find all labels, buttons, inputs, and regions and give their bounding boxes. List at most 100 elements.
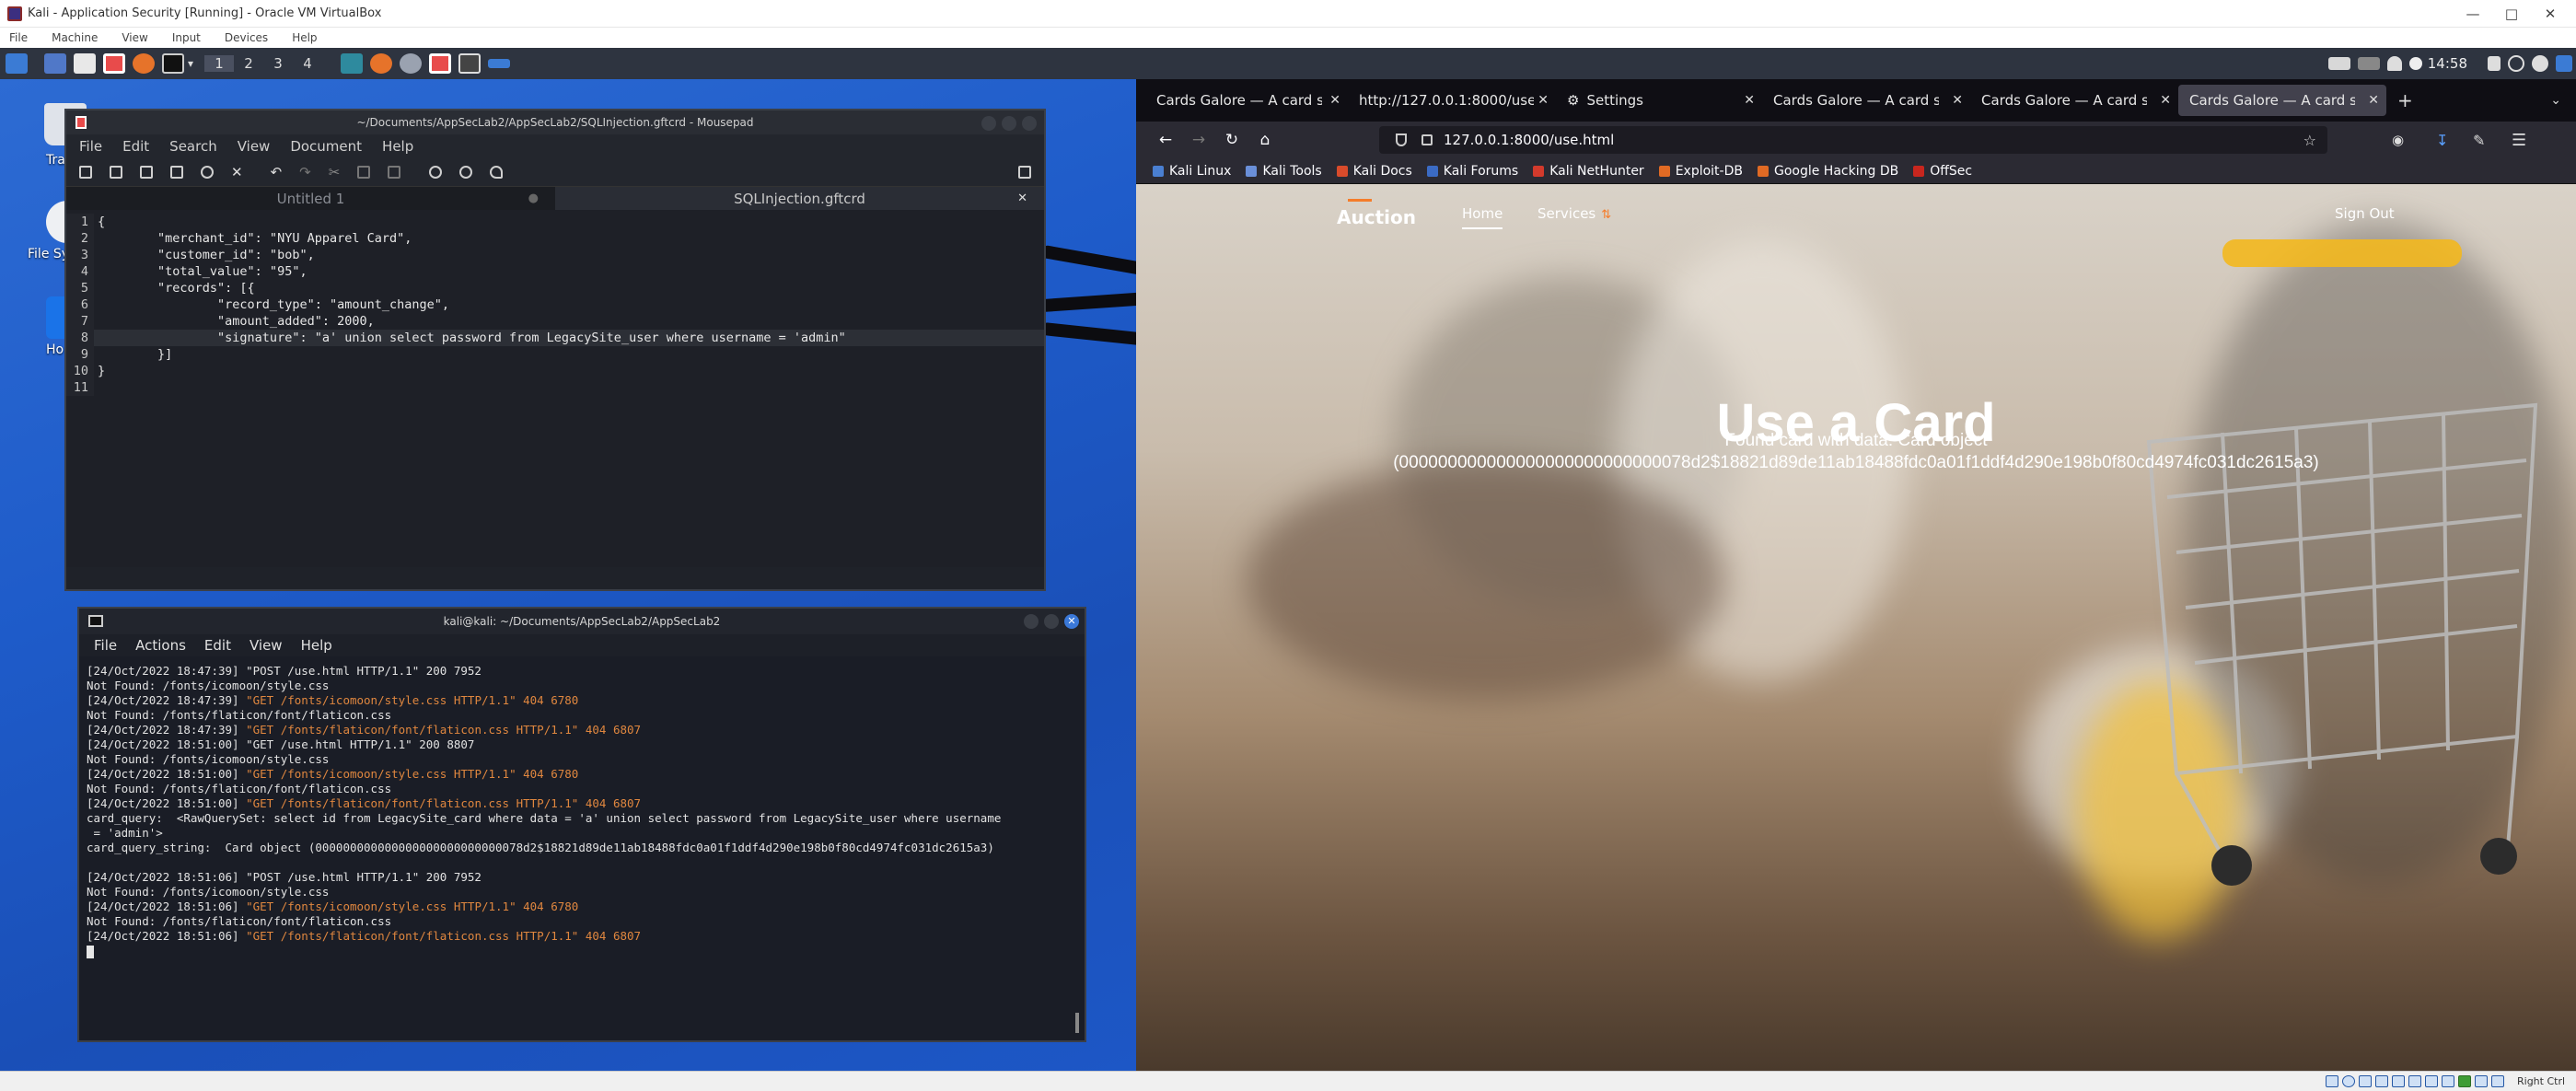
new-file-icon[interactable] [79, 166, 92, 179]
mp-menu-view[interactable]: View [238, 138, 271, 155]
downloads-icon[interactable]: ↧ [2436, 132, 2448, 149]
term-menu-file[interactable]: File [94, 637, 117, 654]
mp-menu-help[interactable]: Help [382, 138, 413, 155]
kali-menu-icon[interactable] [6, 53, 28, 74]
hamburger-menu-icon[interactable]: ☰ [2512, 131, 2526, 150]
vbox-menu-help[interactable]: Help [292, 31, 317, 44]
forward-icon[interactable]: → [1182, 131, 1215, 149]
url-bar[interactable]: 127.0.0.1:8000/use.html ☆ [1379, 126, 2327, 154]
browser-tab-settings[interactable]: ⚙ Settings ✕ [1556, 85, 1762, 116]
audio-icon[interactable] [2359, 1075, 2372, 1087]
pocket-icon[interactable]: ◉ [2392, 132, 2404, 148]
term-menu-help[interactable]: Help [301, 637, 332, 654]
copy-icon[interactable] [357, 166, 371, 179]
term-menu-actions[interactable]: Actions [135, 637, 186, 654]
list-tabs-icon[interactable]: ⌄ [2550, 93, 2561, 108]
terminal-output[interactable]: [24/Oct/2022 18:47:39] "POST /use.html H… [79, 656, 1085, 958]
browser-tab[interactable]: Cards Galore — A card sale s ✕ [1145, 85, 1348, 116]
bookmark-offsec[interactable]: OffSec [1913, 164, 1972, 179]
terminal-scrollbar[interactable] [1075, 1013, 1079, 1033]
code-editor[interactable]: 1{ 2 "merchant_id": "NYU Apparel Card", … [66, 210, 1044, 567]
term-menu-view[interactable]: View [249, 637, 283, 654]
network-icon[interactable] [2375, 1075, 2388, 1087]
app-icon-3[interactable] [400, 53, 423, 74]
undo-icon[interactable]: ↶ [271, 164, 283, 180]
lock-icon[interactable] [1421, 134, 1433, 145]
bookmark-kali-tools[interactable]: Kali Tools [1246, 164, 1322, 179]
browser-tab[interactable]: Cards Galore — A card sale s ✕ [1762, 85, 1970, 116]
nav-sign-out[interactable]: Sign Out [2335, 205, 2395, 222]
new-tab-button[interactable]: + [2397, 89, 2413, 111]
show-desktop-icon[interactable] [44, 53, 66, 74]
tab-close-icon[interactable]: ✕ [2160, 93, 2171, 108]
site-logo[interactable]: Auction [1337, 199, 1416, 228]
close-icon[interactable]: ✕ [1064, 614, 1079, 629]
bookmark-kali-forums[interactable]: Kali Forums [1426, 164, 1518, 179]
tab-close-icon[interactable]: ✕ [2368, 93, 2379, 108]
tab-close-icon[interactable]: ✕ [1744, 93, 1755, 108]
recording-icon[interactable] [2442, 1075, 2454, 1087]
minimize-icon[interactable] [1024, 614, 1039, 629]
fullscreen-icon[interactable] [1018, 166, 1031, 179]
vbox-menu-file[interactable]: File [9, 31, 28, 44]
cut-icon[interactable]: ✂ [329, 164, 341, 180]
workspace-3[interactable]: 3 [263, 55, 293, 72]
new-window-icon[interactable] [110, 166, 122, 179]
app-icon-1[interactable] [341, 53, 364, 74]
firefox-icon[interactable] [133, 53, 155, 74]
shared-folder-icon[interactable] [2408, 1075, 2421, 1087]
chevron-down-icon[interactable]: ▾ [188, 57, 193, 70]
maximize-icon[interactable] [1044, 614, 1059, 629]
mp-menu-search[interactable]: Search [169, 138, 217, 155]
tab-close-icon[interactable]: ✕ [1017, 192, 1027, 205]
mouse-integration-icon[interactable] [2475, 1075, 2488, 1087]
redo-icon[interactable]: ↷ [299, 164, 311, 180]
bookmark-kali-nethunter[interactable]: Kali NetHunter [1533, 164, 1644, 179]
hdd-icon[interactable] [2326, 1075, 2338, 1087]
lock-icon[interactable] [2488, 56, 2501, 71]
extensions-icon[interactable]: ✎ [2473, 132, 2485, 149]
vbox-menu-machine[interactable]: Machine [52, 31, 98, 44]
minimize-icon[interactable] [981, 116, 996, 131]
bookmark-exploit-db[interactable]: Exploit-DB [1658, 164, 1743, 179]
workspace-2[interactable]: 2 [234, 55, 263, 72]
app-icon-6[interactable] [488, 59, 511, 68]
back-icon[interactable]: ← [1149, 131, 1182, 149]
bookmark-star-icon[interactable]: ☆ [2303, 132, 2316, 149]
bookmark-kali-docs[interactable]: Kali Docs [1336, 164, 1412, 179]
bookmark-kali-linux[interactable]: Kali Linux [1153, 164, 1231, 179]
save-icon[interactable] [170, 166, 183, 179]
maximize-icon[interactable] [1002, 116, 1016, 131]
search-icon[interactable] [429, 166, 443, 179]
mp-menu-document[interactable]: Document [290, 138, 362, 155]
open-file-icon[interactable] [140, 166, 153, 179]
close-tab-icon[interactable]: ✕ [231, 164, 243, 180]
vbox-menu-input[interactable]: Input [172, 31, 201, 44]
tab-untitled-1[interactable]: Untitled 1 ● [66, 187, 555, 210]
term-menu-edit[interactable]: Edit [204, 637, 231, 654]
paste-icon[interactable] [388, 166, 401, 179]
usb-icon[interactable] [2392, 1075, 2405, 1087]
optical-drive-icon[interactable] [2342, 1075, 2355, 1087]
shield-icon[interactable] [1396, 133, 1407, 146]
mp-menu-edit[interactable]: Edit [122, 138, 149, 155]
reload-icon[interactable] [201, 166, 214, 179]
app-icon-2[interactable] [370, 53, 393, 74]
text-editor-icon[interactable] [103, 53, 125, 74]
find-replace-icon[interactable] [459, 166, 473, 179]
browser-tab-active[interactable]: Cards Galore — A card sale s ✕ [2178, 85, 2386, 116]
display-icon[interactable] [2327, 57, 2350, 70]
bookmark-google-hacking-db[interactable]: Google Hacking DB [1757, 164, 1898, 179]
bell-icon[interactable] [2386, 56, 2402, 71]
tab-sqlinjection[interactable]: SQLInjection.gftcrd ✕ [555, 187, 1044, 210]
mute-icon[interactable] [2357, 57, 2380, 70]
nav-services[interactable]: Services ⇅ [1537, 205, 1611, 222]
close-icon[interactable]: ✕ [2523, 0, 2576, 28]
reload-icon[interactable]: ↻ [1215, 131, 1248, 149]
display-icon[interactable] [2425, 1075, 2438, 1087]
browser-tab[interactable]: http://127.0.0.1:8000/use.htm✕ [1348, 85, 1556, 116]
keyboard-icon[interactable] [2491, 1075, 2504, 1087]
workspace-1[interactable]: 1 [204, 55, 235, 72]
app-icon-4[interactable] [429, 53, 452, 74]
power-icon[interactable] [2532, 55, 2548, 72]
